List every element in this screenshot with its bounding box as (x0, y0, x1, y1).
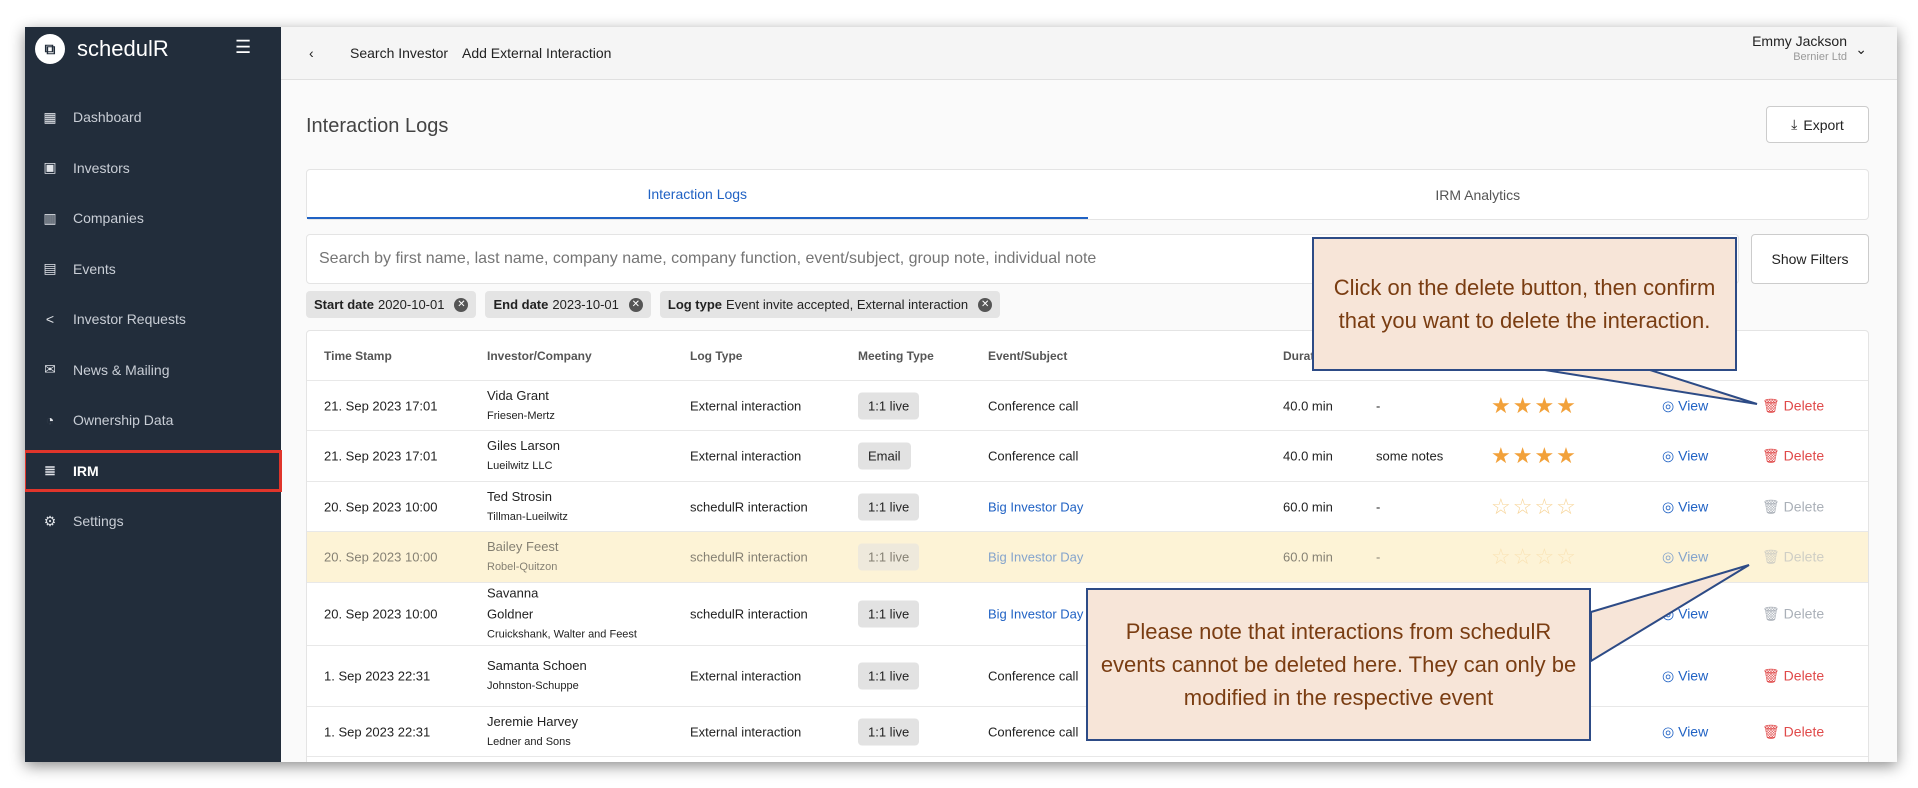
app-window: ⧉ schedulR ☰ ▦ Dashboard ▣ Investors ▥ Compani… (25, 27, 1897, 762)
callout-pointers (1544, 369, 1758, 663)
